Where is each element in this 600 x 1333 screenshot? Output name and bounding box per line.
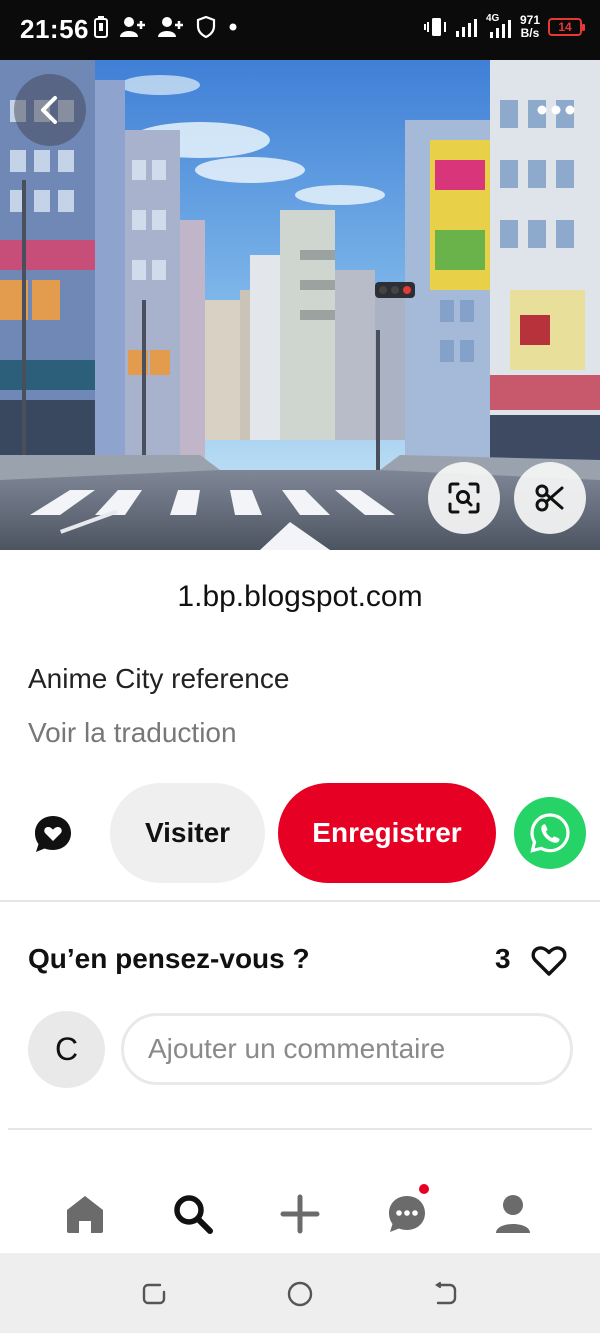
add-contact-icon [120, 17, 145, 37]
heart-bubble-icon [35, 816, 71, 852]
back-arrow-icon [435, 1281, 457, 1305]
scissors-icon [535, 484, 564, 512]
signal-icon-2 [489, 20, 511, 38]
more-dots-icon [537, 105, 575, 115]
bottom-nav [0, 1175, 600, 1251]
battery-level: 14 [558, 20, 572, 34]
profile-icon [496, 1195, 530, 1233]
nav-search[interactable] [170, 1191, 216, 1237]
chat-icon [389, 1196, 425, 1232]
pin-image[interactable] [0, 60, 600, 550]
avatar[interactable]: C [28, 1011, 105, 1088]
network-speed-unit: B/s [520, 26, 540, 40]
source-domain-link[interactable]: 1.bp.blogspot.com [0, 580, 600, 614]
status-time: 21:56 [20, 14, 89, 44]
see-translation-link[interactable]: Voir la traduction [28, 717, 237, 749]
avatar-initial: C [54, 1031, 79, 1067]
chevron-left-icon [41, 96, 57, 124]
home-button[interactable] [286, 1280, 314, 1308]
status-system-icons: 4G 971 B/s 14 [423, 13, 585, 40]
system-back-button[interactable] [432, 1280, 460, 1308]
heart-icon [531, 946, 567, 976]
whatsapp-share-button[interactable] [514, 797, 586, 869]
system-nav-bar [0, 1253, 600, 1333]
battery-saver-icon [94, 16, 108, 38]
section-divider [0, 900, 600, 902]
like-button[interactable] [530, 942, 568, 978]
status-notification-icons [94, 16, 238, 38]
nav-profile[interactable] [490, 1191, 536, 1237]
recent-apps-button[interactable] [140, 1280, 168, 1308]
whatsapp-icon [530, 813, 570, 853]
city-street-illustration [0, 60, 600, 550]
section-divider-2 [8, 1128, 592, 1130]
add-contact-icon-2 [158, 17, 183, 37]
signal-4g: 4G [486, 13, 512, 39]
recent-apps-icon [142, 1283, 166, 1305]
comment-input[interactable] [121, 1013, 573, 1085]
dot-icon [229, 23, 237, 31]
pin-actions: Visiter Enregistrer [0, 783, 600, 885]
like-count: 3 [495, 943, 511, 974]
lens-search-icon [448, 482, 480, 514]
status-bar: 21:56 4G 971 B/s 14 [0, 0, 600, 60]
nav-home[interactable] [62, 1191, 108, 1237]
react-button[interactable] [32, 813, 74, 855]
nav-create[interactable] [277, 1191, 323, 1237]
visit-button[interactable]: Visiter [110, 783, 265, 883]
network-speed: 971 B/s [520, 14, 540, 40]
signal-icon [455, 19, 477, 37]
comments-title: Qu’en pensez-vous ? [28, 943, 310, 974]
home-icon [67, 1196, 103, 1233]
plus-icon [280, 1194, 320, 1234]
save-button[interactable]: Enregistrer [278, 783, 496, 883]
home-circle-icon [287, 1281, 313, 1307]
battery-indicator: 14 [548, 18, 585, 36]
vibrate-icon [423, 18, 446, 36]
notification-dot [419, 1184, 429, 1194]
more-options-button[interactable] [534, 92, 578, 128]
back-button[interactable] [14, 74, 86, 146]
shield-icon [196, 16, 216, 38]
cutout-button[interactable] [514, 462, 586, 534]
nav-messages[interactable] [384, 1191, 430, 1237]
visual-search-button[interactable] [428, 462, 500, 534]
search-icon [174, 1195, 213, 1234]
pin-description: Anime City reference [28, 663, 290, 694]
